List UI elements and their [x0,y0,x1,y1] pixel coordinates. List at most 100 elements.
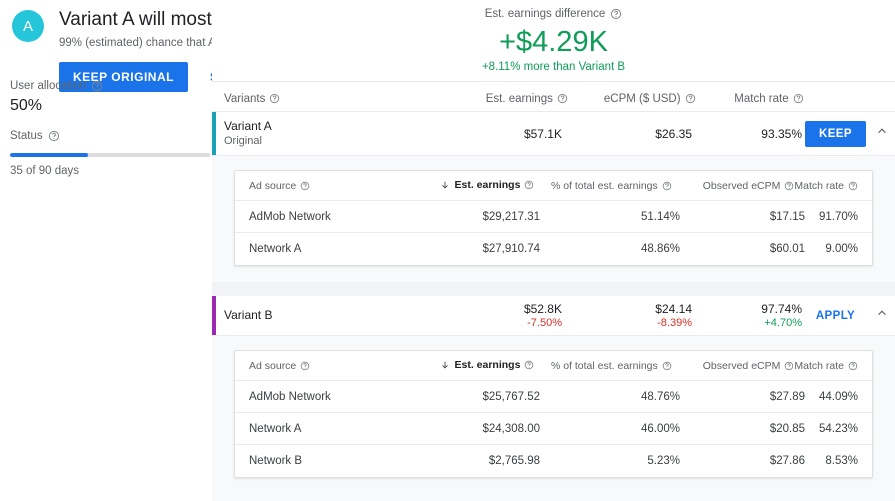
help-icon[interactable] [524,360,534,370]
col-pct-total[interactable]: % of total est. earnings [534,359,672,372]
ad-source-pct-total: 48.86% [640,243,680,255]
earnings-difference-value: +$4.29K [499,26,608,58]
ad-source-table-header: Ad source Est. earnings % of total est. … [235,351,872,381]
variant-est-earnings-delta: -7.50% [527,316,562,329]
ad-source-match-rate: 91.70% [818,210,858,223]
variant-name: Variant A [224,119,272,133]
help-icon[interactable] [300,181,310,191]
variant-match-rate: 93.35% [761,126,802,141]
col-pct-total-label: % of total est. earnings [550,179,658,192]
ad-source-pct-total: 48.76% [640,390,680,403]
ad-source-pct-total: 5.23% [647,455,680,467]
variant-expand-cell [869,124,895,143]
keep-button[interactable]: KEEP [805,120,866,147]
variant-expand-cell [869,306,895,325]
col-ecpm-label: eCPM ($ USD) [603,92,681,105]
variant-name: Variant B [224,308,273,322]
apply-button[interactable]: APPLY [812,303,859,329]
col-match-rate[interactable]: Match rate [696,93,804,105]
table-row: Network B $2,765.98 5.23% $27.86 8.53% [235,445,872,477]
user-allocation-value: 50% [10,97,43,114]
help-icon[interactable] [685,93,696,104]
table-row: Network A $24,308.00 46.00% $20.85 54.23… [235,413,872,445]
ad-source-est-earnings: $2,765.98 [488,455,540,467]
ad-source-observed-ecpm: $17.15 [769,210,805,223]
status-progress-bar [10,153,210,157]
col-observed-ecpm[interactable]: Observed eCPM [672,360,795,372]
ad-source-table-header: Ad source Est. earnings % of total est. … [235,171,872,201]
ad-source-table: Ad source Est. earnings % of total est. … [234,350,873,478]
earnings-difference-label-row: Est. earnings difference [485,8,623,20]
avatar: A [12,10,44,42]
ad-source-match-rate: 9.00% [825,243,858,255]
col-variants-label: Variants [224,92,266,105]
help-icon[interactable] [784,361,794,371]
col-detail-match-rate[interactable]: Match rate [794,360,872,372]
left-summary-panel: A Variant A will most likely increase fu… [0,0,468,501]
ad-source-est-earnings: $29,217.31 [482,210,540,223]
col-observed-ecpm-label: Observed eCPM [702,359,781,372]
metrics-panel: User allocation 50% Status 35 of 90 days [10,78,210,177]
variant-match-rate-delta: +4.70% [764,316,802,329]
col-ecpm[interactable]: eCPM ($ USD) [568,93,696,105]
variant-name-cell: Variant A Original [212,119,412,148]
col-ad-source: Ad source [235,180,412,192]
ad-source-observed-ecpm: $60.01 [769,243,805,255]
help-icon[interactable] [793,93,804,104]
help-icon[interactable] [848,361,858,371]
sort-desc-icon [440,180,450,190]
help-icon[interactable] [269,93,280,104]
help-icon[interactable] [662,361,672,371]
variants-card: Variants Est. earnings eCPM ($ USD) Matc… [212,82,895,501]
sort-desc-icon [440,360,450,370]
help-icon[interactable] [48,130,60,142]
variant-accent-bar [212,296,216,335]
help-icon[interactable] [91,80,103,92]
col-detail-est-earnings[interactable]: Est. earnings [412,357,535,375]
ad-source-observed-ecpm: $20.85 [769,422,805,435]
col-detail-est-earnings[interactable]: Est. earnings [412,177,535,195]
variant-ecpm-delta: -8.39% [657,316,692,329]
col-pct-total[interactable]: % of total est. earnings [534,179,672,192]
variant-est-earnings: $52.8K [523,301,562,316]
earnings-difference-sub: +8.11% more than Variant B [481,61,626,73]
ad-source-name: Network B [249,455,303,467]
status-label-row: Status [10,128,210,144]
help-icon[interactable] [848,181,858,191]
col-est-earnings[interactable]: Est. earnings [420,93,567,105]
col-pct-total-label: % of total est. earnings [550,359,658,372]
ad-source-table: Ad source Est. earnings % of total est. … [234,170,873,266]
col-detail-est-earnings-label: Est. earnings [454,358,521,371]
chevron-up-icon[interactable] [875,124,889,138]
variant-row[interactable]: Variant A Original $57.1K $26.35 93.35% … [212,112,895,156]
ad-source-match-rate: 54.23% [818,422,858,435]
col-detail-match-rate[interactable]: Match rate [794,180,872,192]
ad-source-name: AdMob Network [249,210,331,223]
chevron-up-icon[interactable] [875,306,889,320]
help-icon[interactable] [784,181,794,191]
col-detail-match-rate-label: Match rate [794,179,844,192]
help-icon[interactable] [300,361,310,371]
user-allocation-label-row: User allocation [10,78,210,94]
variant-detail-panel: Ad source Est. earnings % of total est. … [212,336,895,494]
col-detail-est-earnings-label: Est. earnings [454,178,521,191]
variant-match-rate: 97.74% [761,301,802,316]
variant-accent-bar [212,112,216,155]
variant-subtitle: Original [224,135,262,147]
ad-source-est-earnings: $24,308.00 [482,422,540,435]
help-icon[interactable] [610,8,622,20]
card-footer-spacer [212,494,895,501]
ad-source-pct-total: 51.14% [640,210,680,223]
help-icon[interactable] [662,181,672,191]
ad-source-observed-ecpm: $27.86 [769,455,805,467]
status-label: Status [10,130,43,142]
help-icon[interactable] [557,93,568,104]
ad-source-est-earnings: $27,910.74 [482,243,540,255]
variant-ecpm: $24.14 [655,301,692,316]
help-icon[interactable] [524,180,534,190]
col-observed-ecpm[interactable]: Observed eCPM [672,180,795,192]
col-ad-source-label: Ad source [249,179,297,192]
variant-ecpm: $26.35 [655,126,692,141]
ad-source-pct-total: 46.00% [640,422,680,435]
variant-row[interactable]: Variant B $52.8K -7.50% $24.14 -8.39% 97… [212,296,895,336]
